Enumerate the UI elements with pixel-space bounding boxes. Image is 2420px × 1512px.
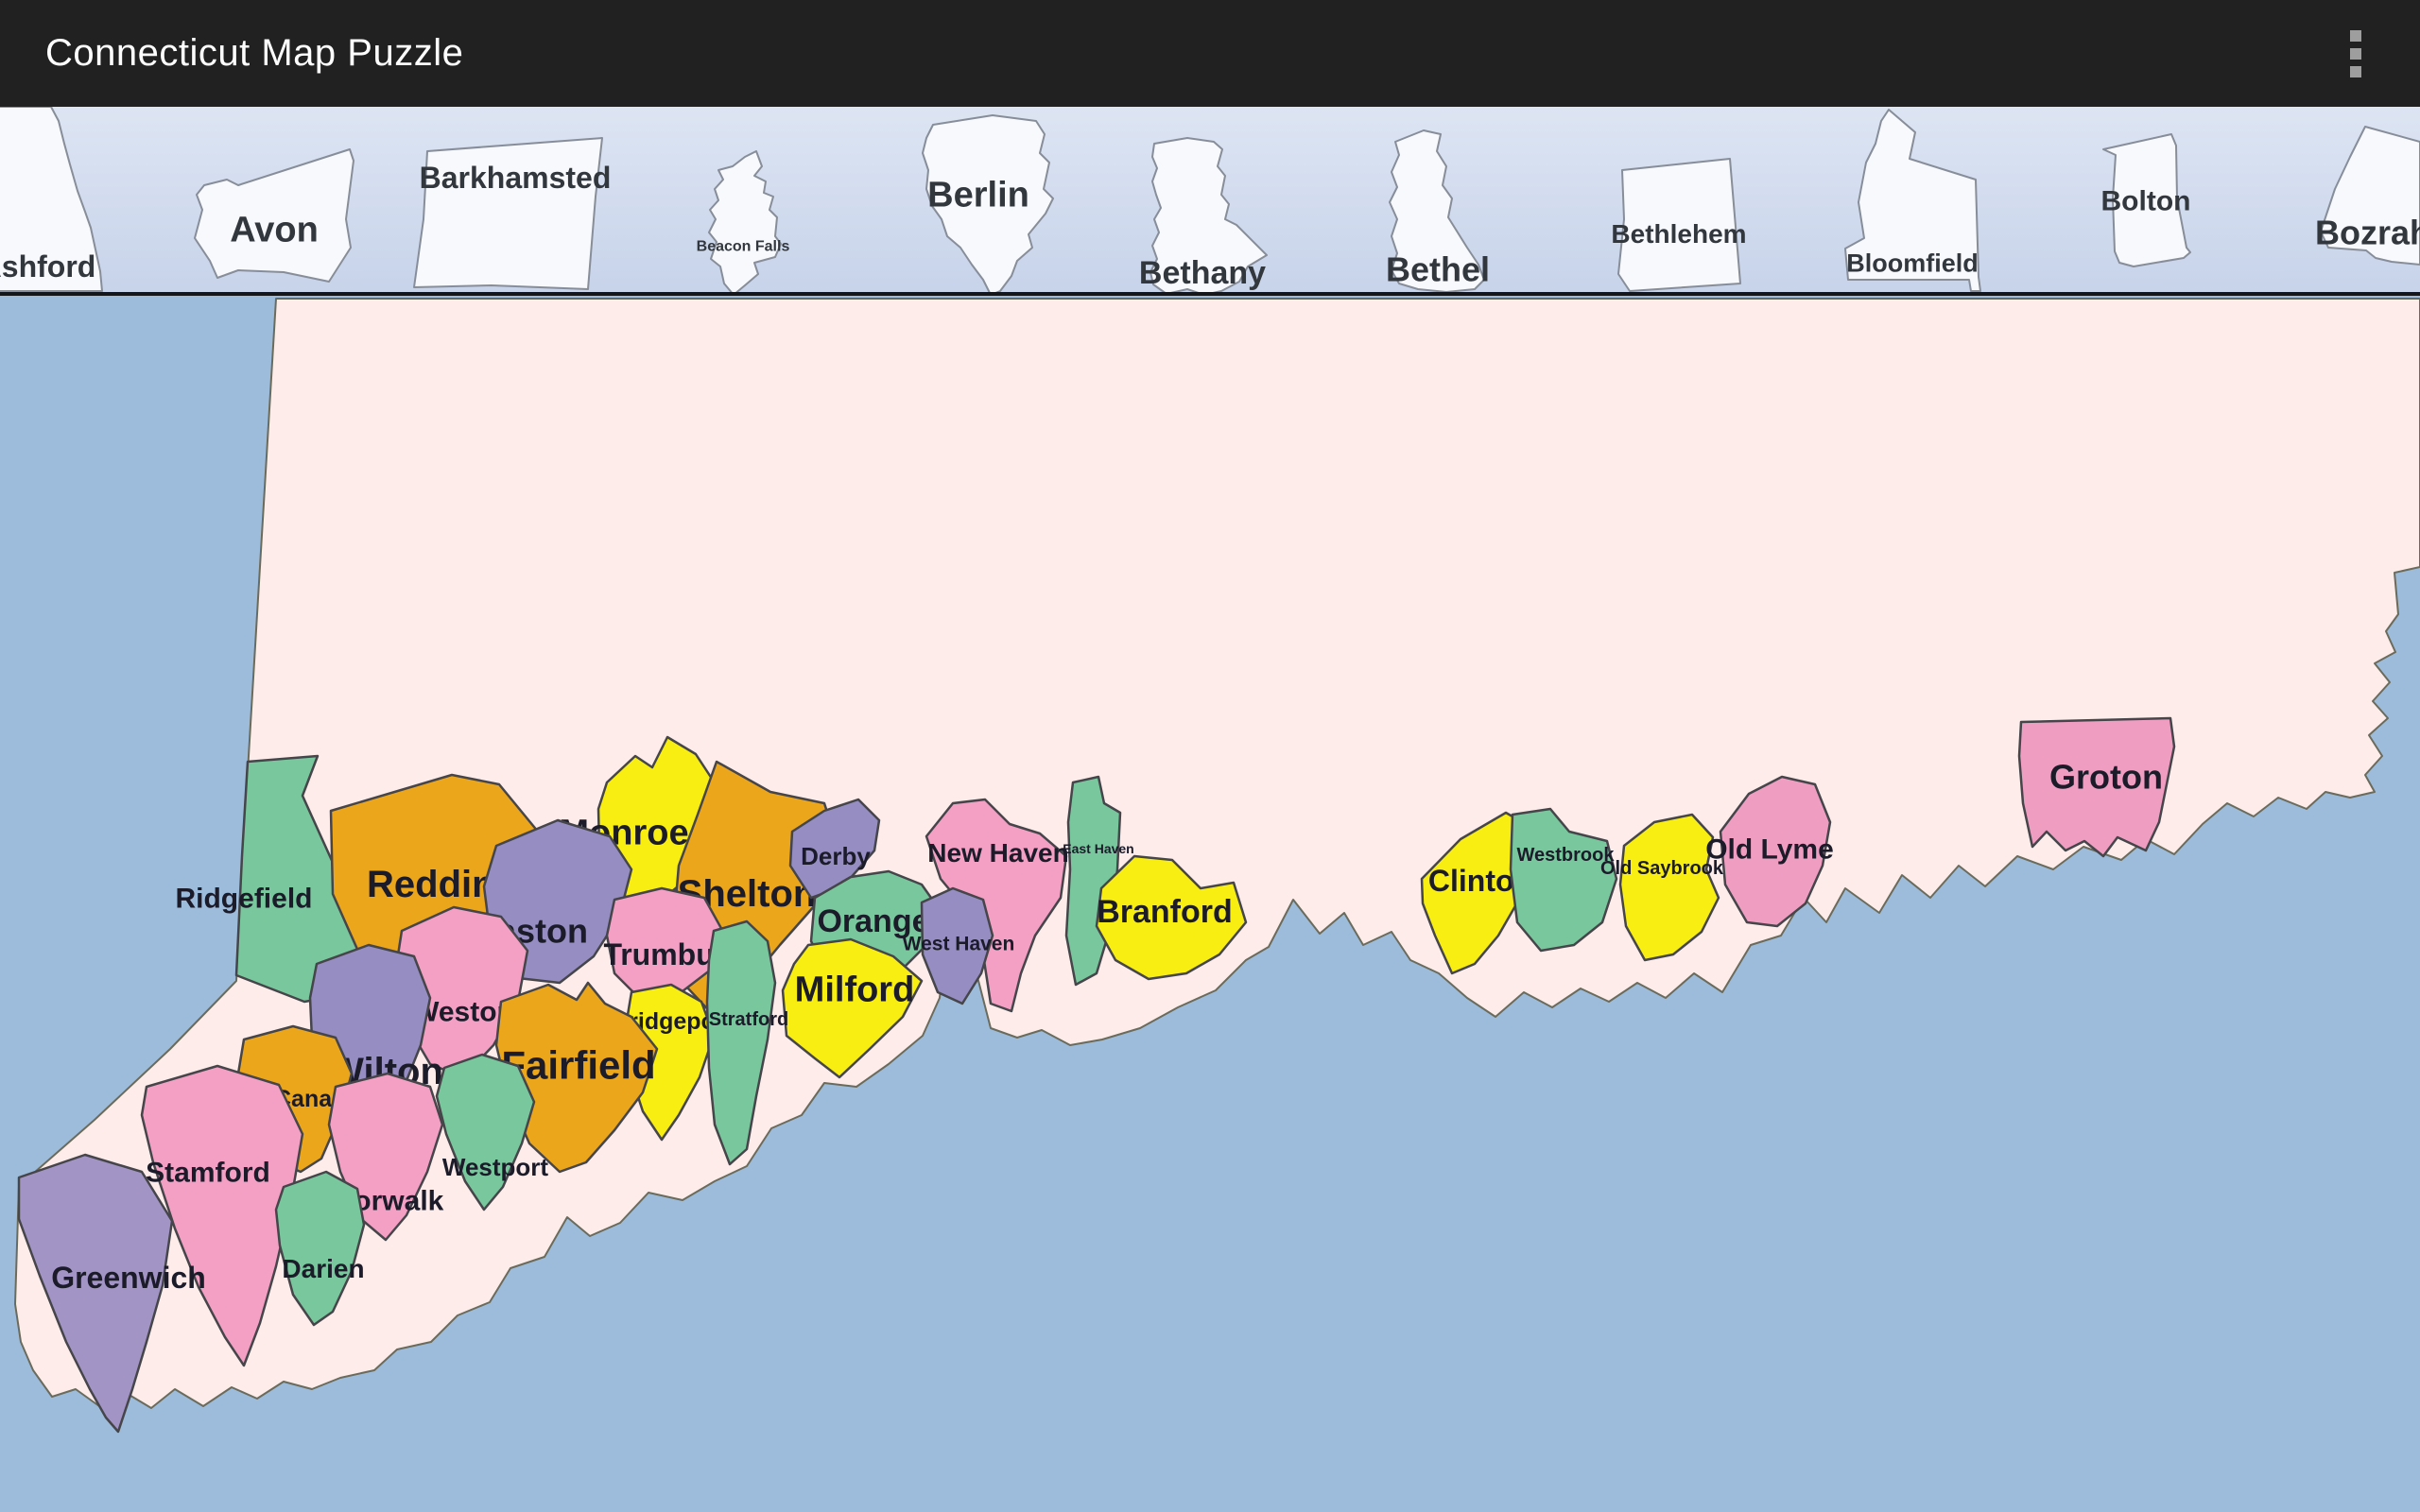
map-piece-label: Stratford (709, 1009, 788, 1030)
piece-tray[interactable]: Ashford Avon Barkhamsted Beacon Falls Berlin… (0, 107, 2420, 296)
tray-piece-label: Bethlehem (1611, 219, 1746, 249)
map-piece-label: Greenwich (51, 1261, 206, 1295)
tray-piece-label: Beacon Falls (697, 239, 790, 255)
map-piece-groton[interactable]: Groton (2019, 718, 2174, 856)
map-piece-label: West Haven (903, 933, 1015, 954)
tray-piece-label: Bolton (2101, 186, 2191, 217)
tray-piece-label: Bethel (1386, 250, 1490, 289)
tray-piece-label: Bloomfield (1846, 249, 1979, 277)
tray-piece-label: Barkhamsted (420, 161, 612, 195)
map-piece-label: Stamford (146, 1158, 270, 1189)
tray-piece-label: Ashford (0, 249, 95, 284)
tray-piece-barkhamsted[interactable]: Barkhamsted (414, 138, 611, 289)
map-piece-label: Old Lyme (1705, 834, 1834, 866)
overflow-menu-icon (2350, 66, 2361, 77)
tray-piece-label: Avon (230, 210, 319, 249)
map-piece-label: Groton (2049, 758, 2163, 797)
map-piece-label: Darien (282, 1254, 364, 1283)
map-piece-label: Ridgefield (175, 884, 312, 915)
map-canvas[interactable]: RidgefieldReddingMonroeSheltonDerbyEasto… (0, 296, 2420, 1512)
tray-piece-bethlehem[interactable]: Bethlehem (1611, 159, 1746, 291)
overflow-menu-button[interactable] (2341, 21, 2371, 87)
overflow-menu-icon (2350, 48, 2361, 60)
puzzle-scene[interactable]: RidgefieldReddingMonroeSheltonDerbyEasto… (0, 0, 2420, 1512)
tray-piece-label: Bethany (1139, 255, 1266, 291)
map-piece-label: Branford (1097, 894, 1233, 930)
tray-divider (0, 292, 2420, 296)
map-piece-label: Derby (801, 842, 871, 870)
overflow-menu-icon (2350, 30, 2361, 42)
app-title: Connecticut Map Puzzle (45, 32, 463, 75)
app-bar: Connecticut Map Puzzle (0, 0, 2420, 107)
map-piece-label: Westport (442, 1153, 549, 1181)
map-piece-label: Milford (795, 970, 915, 1009)
map-piece-label: East Haven (1063, 841, 1133, 856)
map-piece-label: New Haven (927, 838, 1068, 868)
tray-piece-label: Bozrah (2315, 214, 2420, 252)
tray-piece-label: Berlin (927, 175, 1029, 215)
